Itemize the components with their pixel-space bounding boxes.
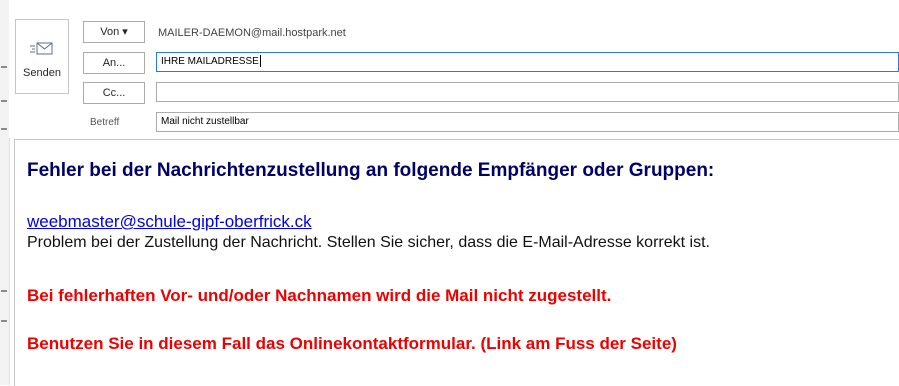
strip-marker <box>1 128 7 130</box>
recipient-link[interactable]: weebmaster@schule-gipf-oberfrick.ck <box>27 212 312 232</box>
subject-field[interactable]: Mail nicht zustellbar <box>156 112 899 132</box>
delivery-error-heading: Fehler bei der Nachrichtenzustellung an … <box>27 160 715 181</box>
compose-header: Senden Von ▾ MAILER-DAEMON@mail.hostpark… <box>9 0 899 138</box>
message-body[interactable]: Fehler bei der Nachrichtenzustellung an … <box>14 139 899 386</box>
strip-marker <box>1 100 7 102</box>
subject-label: Betreff <box>90 117 120 128</box>
strip-marker <box>1 320 7 322</box>
strip-marker <box>1 66 7 68</box>
strip-marker <box>1 290 7 292</box>
from-button[interactable]: Von ▾ <box>83 21 145 43</box>
warning-text-contact-form: Benutzen Sie in diesem Fall das Onlineko… <box>27 334 677 353</box>
warning-text-names: Bei fehlerhaften Vor- und/oder Nachnamen… <box>27 286 612 305</box>
send-button-label: Senden <box>23 67 61 79</box>
text-caret <box>259 55 261 68</box>
from-value: MAILER-DAEMON@mail.hostpark.net <box>158 27 346 39</box>
cc-button[interactable]: Cc... <box>83 82 145 104</box>
problem-text: Problem bei der Zustellung der Nachricht… <box>27 234 710 251</box>
to-field[interactable]: IHRE MAILADRESSE <box>156 52 899 72</box>
send-envelope-icon <box>30 42 53 55</box>
to-field-value: IHRE MAILADRESSE <box>161 56 259 67</box>
cc-field[interactable] <box>156 82 899 102</box>
send-button[interactable]: Senden <box>15 19 69 94</box>
to-button[interactable]: An... <box>83 52 145 74</box>
